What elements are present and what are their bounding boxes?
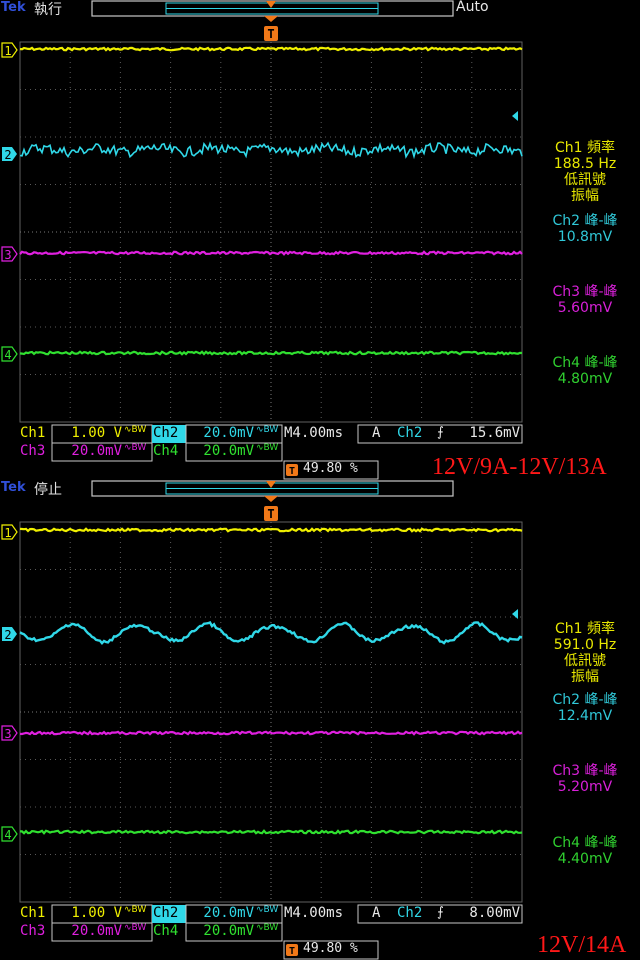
ch2-status-label[interactable]: Ch2	[153, 905, 178, 923]
ch3-measurement: Ch3 峰-峰 5.60mV	[535, 284, 635, 316]
ch4-measurement-label: Ch4 峰-峰	[552, 355, 618, 371]
ch4-measurement-value: 4.80mV	[557, 371, 613, 387]
ch4-measurement: Ch4 峰-峰 4.40mV	[535, 835, 635, 867]
ch1-marker[interactable]: 1	[1, 42, 18, 58]
ch2-coupling-icon: ∿BW	[256, 425, 279, 435]
svg-text:3: 3	[4, 727, 11, 741]
ch4-marker[interactable]: 4	[1, 826, 18, 842]
scope-panel-bottom: Tek 停止 T 1 2 3 4 T Ch1 頻率 591.0 Hz 低訊號 振…	[0, 480, 640, 960]
ch4-measurement-value: 4.40mV	[557, 851, 613, 867]
ch1-status-label[interactable]: Ch1	[20, 905, 45, 923]
svg-text:2: 2	[4, 148, 11, 162]
ch3-measurement: Ch3 峰-峰 5.20mV	[535, 763, 635, 795]
ch1-measurement-note2: 振幅	[571, 669, 599, 685]
ch4-status-label[interactable]: Ch4	[153, 443, 178, 461]
ch2-measurement-label: Ch2 峰-峰	[552, 692, 618, 708]
trigger-position-label: T	[267, 507, 274, 521]
trigger-slope-icon: ⨍	[437, 905, 444, 920]
ch3-marker[interactable]: 3	[1, 246, 18, 262]
ch4-scale[interactable]: 20.0mV	[188, 443, 254, 461]
ch1-measurement: Ch1 頻率 591.0 Hz 低訊號 振幅	[535, 621, 635, 685]
ch1-measurement-label: Ch1 頻率	[554, 140, 615, 156]
ch2-measurement-label: Ch2 峰-峰	[552, 213, 618, 229]
ch4-scale[interactable]: 20.0mV	[188, 923, 254, 941]
ch2-scale[interactable]: 20.0mV	[188, 425, 254, 443]
ch3-scale[interactable]: 20.0mV	[56, 923, 122, 941]
ch2-status-label[interactable]: Ch2	[153, 425, 178, 443]
trigger-position-arrow	[264, 16, 278, 22]
trigger-mode: A	[372, 905, 381, 921]
ch4-coupling-icon: ∿BW	[256, 443, 279, 453]
ch1-measurement-note2: 振幅	[571, 188, 599, 204]
trigger-position-label: T	[267, 27, 274, 41]
ch1-scale[interactable]: 1.00 V	[56, 425, 122, 443]
ch1-coupling-icon: ∿BW	[124, 425, 147, 435]
trigger-position-arrow	[264, 496, 278, 502]
ch2-marker[interactable]: 2	[2, 147, 17, 162]
ch1-measurement-note1: 低訊號	[564, 653, 606, 669]
ch2-trace	[19, 621, 523, 646]
ch1-measurement: Ch1 頻率 188.5 Hz 低訊號 振幅	[535, 140, 635, 204]
ch3-measurement-value: 5.60mV	[557, 300, 613, 316]
ch3-coupling-icon: ∿BW	[124, 443, 147, 453]
ch2-marker[interactable]: 2	[2, 627, 17, 642]
timebase[interactable]: M4.00ms	[284, 425, 343, 443]
ch1-status-label[interactable]: Ch1	[20, 425, 45, 443]
trigger-position-value[interactable]: 49.80 %	[303, 461, 358, 479]
ch1-measurement-value: 591.0 Hz	[553, 637, 617, 653]
trigger-source[interactable]: Ch2	[397, 905, 422, 923]
ch1-measurement-label: Ch1 頻率	[554, 621, 615, 637]
trigger-position-value[interactable]: 49.80 %	[303, 941, 358, 959]
trigger-position-badge-label: T	[289, 946, 295, 957]
ch3-measurement-value: 5.20mV	[557, 779, 613, 795]
ch3-measurement-label: Ch3 峰-峰	[552, 763, 618, 779]
trigger-slope-icon: ⨍	[437, 425, 444, 440]
ch4-status-label[interactable]: Ch4	[153, 923, 178, 941]
svg-text:3: 3	[4, 248, 11, 262]
ch1-measurement-value: 188.5 Hz	[553, 156, 617, 172]
trigger-mode: A	[372, 425, 381, 441]
scope-panel-top: Tek 執行 Auto T 1 2 3 4 T Ch1 頻率 188.5 Hz …	[0, 0, 640, 480]
ch2-measurement-value: 10.8mV	[557, 229, 613, 245]
trigger-source[interactable]: Ch2	[397, 425, 422, 443]
svg-text:1: 1	[4, 526, 11, 540]
ch3-scale[interactable]: 20.0mV	[56, 443, 122, 461]
ch2-measurement: Ch2 峰-峰 12.4mV	[535, 692, 635, 724]
ch2-measurement: Ch2 峰-峰 10.8mV	[535, 213, 635, 245]
ch2-scale[interactable]: 20.0mV	[188, 905, 254, 923]
ch1-marker[interactable]: 1	[1, 524, 18, 540]
graticule-grid	[20, 522, 522, 902]
ch4-marker[interactable]: 4	[1, 346, 18, 362]
ch3-trace	[19, 730, 523, 736]
ch4-trace	[19, 350, 523, 356]
ch1-coupling-icon: ∿BW	[124, 905, 147, 915]
svg-text:4: 4	[4, 828, 11, 842]
trigger-level-arrow[interactable]	[512, 111, 518, 121]
ch1-scale[interactable]: 1.00 V	[56, 905, 122, 923]
ch4-coupling-icon: ∿BW	[256, 923, 279, 933]
svg-text:2: 2	[4, 628, 11, 642]
ch1-trace	[19, 46, 523, 52]
test-condition-caption: 12V/9A-12V/13A	[432, 454, 607, 480]
ch3-coupling-icon: ∿BW	[124, 923, 147, 933]
ch3-status-label[interactable]: Ch3	[20, 923, 45, 941]
ch3-measurement-label: Ch3 峰-峰	[552, 284, 618, 300]
trigger-position-badge-label: T	[289, 466, 295, 477]
ch4-trace	[20, 829, 523, 835]
ch4-measurement: Ch4 峰-峰 4.80mV	[535, 355, 635, 387]
ch2-measurement-value: 12.4mV	[557, 708, 613, 724]
ch3-marker[interactable]: 3	[1, 725, 18, 741]
trigger-level[interactable]: 15.6mV	[452, 425, 520, 443]
timebase[interactable]: M4.00ms	[284, 905, 343, 923]
svg-text:4: 4	[4, 348, 11, 362]
trigger-level[interactable]: 8.00mV	[452, 905, 520, 923]
ch3-status-label[interactable]: Ch3	[20, 443, 45, 461]
ch4-measurement-label: Ch4 峰-峰	[552, 835, 618, 851]
ch2-coupling-icon: ∿BW	[256, 905, 279, 915]
ch3-trace	[19, 250, 523, 256]
ch1-measurement-note1: 低訊號	[564, 172, 606, 188]
test-condition-caption: 12V/14A	[537, 932, 627, 958]
graticule-grid	[20, 42, 522, 422]
svg-text:1: 1	[4, 44, 11, 58]
